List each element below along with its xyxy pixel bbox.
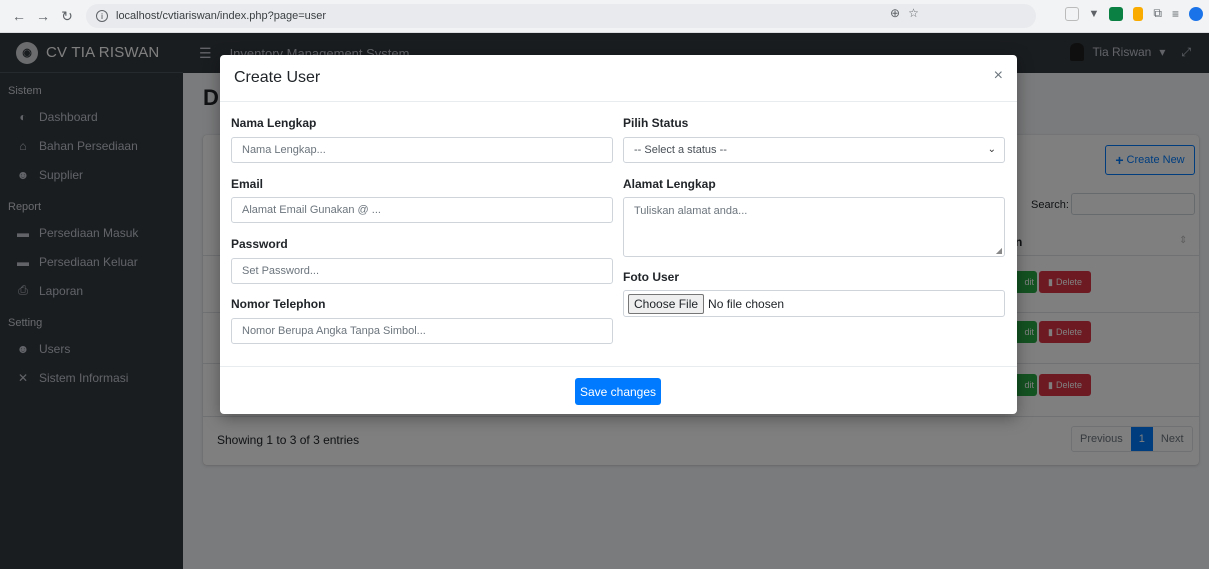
nama-lengkap-label: Nama Lengkap: [231, 116, 317, 130]
close-icon[interactable]: ×: [994, 67, 1003, 85]
password-label: Password: [231, 237, 288, 251]
reload-icon[interactable]: ↻: [56, 5, 78, 27]
forward-icon[interactable]: →: [32, 5, 54, 27]
status-select[interactable]: -- Select a status -- ⌄: [623, 137, 1005, 163]
browser-toolbar: ← → ↻ i localhost/cvtiariswan/index.php?…: [0, 0, 1209, 33]
email-field[interactable]: Alamat Email Gunakan @ ...: [231, 197, 613, 223]
filter-icon[interactable]: ▼: [1089, 8, 1100, 20]
save-changes-button[interactable]: Save changes: [575, 378, 661, 405]
foto-user-file-input[interactable]: Choose File No file chosen: [623, 290, 1005, 317]
resize-handle-icon[interactable]: ◢: [996, 246, 1002, 255]
foto-user-label: Foto User: [623, 270, 680, 284]
media-icon[interactable]: ≡: [1172, 7, 1179, 21]
chevron-down-icon: ⌄: [987, 144, 996, 155]
file-status: No file chosen: [708, 296, 785, 311]
back-icon[interactable]: ←: [8, 5, 30, 27]
status-selected-value: -- Select a status --: [634, 144, 727, 156]
create-user-modal: Create User × Nama Lengkap Nama Lengkap.…: [220, 55, 1017, 414]
zoom-icon[interactable]: ⊕: [890, 6, 900, 20]
password-field[interactable]: Set Password...: [231, 258, 613, 284]
choose-file-button[interactable]: Choose File: [628, 293, 705, 314]
alamat-lengkap-textarea[interactable]: Tuliskan alamat anda... ◢: [623, 197, 1005, 257]
profile-icon[interactable]: [1189, 6, 1203, 21]
nomor-telephon-input[interactable]: Nomor Berupa Angka Tanpa Simbol...: [231, 318, 613, 344]
pilih-status-label: Pilih Status: [623, 116, 689, 130]
modal-title: Create User: [234, 69, 321, 86]
modal-header: Create User: [220, 55, 1017, 102]
site-info-icon[interactable]: i: [96, 10, 108, 22]
alamat-lengkap-label: Alamat Lengkap: [623, 177, 716, 191]
puzzle-icon[interactable]: ⧉: [1153, 6, 1162, 21]
url-text: localhost/cvtiariswan/index.php?page=use…: [116, 10, 327, 22]
modal-footer: Save changes: [220, 366, 1017, 414]
extension-icon[interactable]: [1133, 6, 1144, 21]
email-label: Email: [231, 177, 264, 191]
extension-icon[interactable]: [1109, 6, 1124, 21]
alamat-placeholder: Tuliskan alamat anda...: [634, 205, 748, 217]
nama-lengkap-input[interactable]: Nama Lengkap...: [231, 137, 613, 163]
bookmark-star-icon[interactable]: ☆: [908, 6, 919, 20]
nomor-telephon-label: Nomor Telephon: [231, 297, 326, 311]
extension-icon[interactable]: [1064, 6, 1079, 21]
